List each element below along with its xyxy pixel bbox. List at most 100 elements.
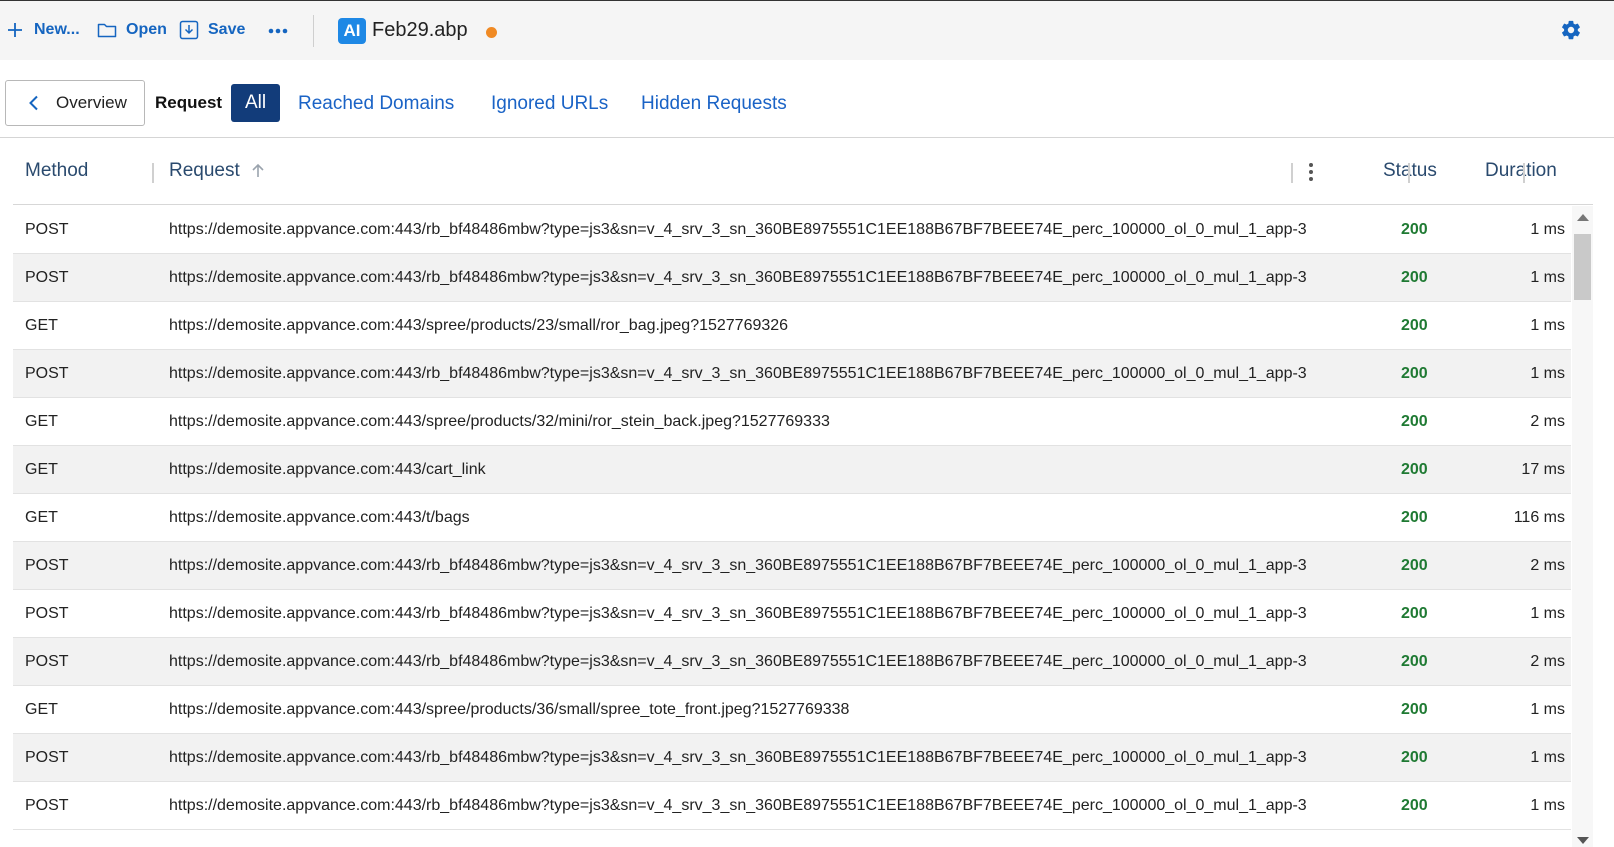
document-title: Feb29.abp [372,19,468,41]
request-filter-label: Request [155,93,223,112]
cell-method: GET [25,413,58,430]
table-row[interactable]: POST https://demosite.appvance.com:443/rb… [13,254,1571,302]
cell-request-url: https://demosite.appvance.com:443/rb_bf4… [169,653,1307,670]
new-button[interactable]: New... [4,19,80,41]
toolbar-divider [313,15,314,47]
table-row[interactable]: GET https://demosite.appvance.com:443/t/b… [13,494,1571,542]
cell-method: POST [25,653,69,670]
table-row[interactable]: POST https://demosite.appvance.com:443/rb… [13,782,1571,830]
cell-duration: 1 ms [1530,221,1565,238]
table-body: POST https://demosite.appvance.com:443/rb… [13,206,1571,847]
cell-method: POST [25,749,69,766]
table-row[interactable]: POST https://demosite.appvance.com:443/rb… [13,638,1571,686]
top-toolbar: New... Open Save AI Feb29.abp [0,0,1614,60]
chevron-left-icon [29,95,38,111]
cell-request-url: https://demosite.appvance.com:443/rb_bf4… [169,605,1307,622]
cell-duration: 1 ms [1530,269,1565,286]
request-tabs-bar: Overview Request All Reached Domains Ign… [0,60,1614,138]
cell-duration: 116 ms [1513,509,1565,526]
cell-method: POST [25,221,69,238]
table-row[interactable]: GET https://demosite.appvance.com:443/spr… [13,686,1571,734]
save-button-label: Save [208,21,246,38]
cell-request-url: https://demosite.appvance.com:443/rb_bf4… [169,221,1307,238]
more-horizontal-icon[interactable] [266,19,290,43]
table-row[interactable]: GET https://demosite.appvance.com:443/car… [13,446,1571,494]
cell-request-url: https://demosite.appvance.com:443/spree/… [169,317,789,334]
tab-all[interactable]: All [231,84,280,122]
column-resize-handle[interactable] [1291,163,1293,183]
cell-method: GET [25,509,58,526]
cell-status: 200 [1401,749,1428,766]
column-header-duration[interactable]: Duration [1485,160,1557,182]
table-row[interactable]: POST https://demosite.appvance.com:443/rb… [13,206,1571,254]
save-icon [178,19,200,41]
table-row[interactable]: GET https://demosite.appvance.com:443/spr… [13,398,1571,446]
cell-duration: 1 ms [1530,749,1565,766]
cell-duration: 2 ms [1530,413,1565,430]
cell-method: GET [25,461,58,478]
unsaved-indicator [486,27,497,38]
table-row[interactable]: GET https://demosite.appvance.com:443/spr… [13,302,1571,350]
cell-status: 200 [1401,221,1428,238]
cell-status: 200 [1401,365,1428,382]
cell-method: GET [25,317,58,334]
cell-method: POST [25,605,69,622]
cell-request-url: https://demosite.appvance.com:443/rb_bf4… [169,749,1307,766]
scroll-down-arrow-icon[interactable] [1577,837,1589,844]
column-header-request-label: Request [169,160,240,181]
cell-request-url: https://demosite.appvance.com:443/rb_bf4… [169,557,1307,574]
column-header-request[interactable]: Request [169,160,266,182]
save-button[interactable]: Save [178,19,245,41]
cell-method: POST [25,557,69,574]
overview-button[interactable]: Overview [5,80,145,126]
folder-icon [96,19,118,41]
cell-status: 200 [1401,605,1428,622]
cell-status: 200 [1401,701,1428,718]
cell-method: POST [25,269,69,286]
tab-reached-domains[interactable]: Reached Domains [298,93,454,115]
cell-status: 200 [1401,413,1428,430]
cell-status: 200 [1401,317,1428,334]
table-row[interactable]: POST https://demosite.appvance.com:443/rb… [13,542,1571,590]
sort-ascending-icon [252,163,264,177]
cell-request-url: https://demosite.appvance.com:443/spree/… [169,413,830,430]
cell-duration: 1 ms [1530,605,1565,622]
cell-status: 200 [1401,461,1428,478]
cell-status: 200 [1401,269,1428,286]
cell-method: GET [25,701,58,718]
table-row[interactable]: POST https://demosite.appvance.com:443/rb… [13,590,1571,638]
cell-request-url: https://demosite.appvance.com:443/rb_bf4… [169,365,1307,382]
column-menu-icon[interactable] [1303,161,1319,183]
open-button[interactable]: Open [96,19,167,41]
scroll-up-arrow-icon[interactable] [1577,214,1589,221]
cell-duration: 1 ms [1530,797,1565,814]
vertical-scrollbar[interactable] [1572,206,1593,847]
document-type-badge: AI [338,18,366,44]
cell-method: POST [25,365,69,382]
table-row[interactable]: POST https://demosite.appvance.com:443/rb… [13,734,1571,782]
cell-method: POST [25,797,69,814]
cell-status: 200 [1401,509,1428,526]
tab-hidden-requests[interactable]: Hidden Requests [641,93,787,115]
open-button-label: Open [126,21,167,38]
tab-ignored-urls[interactable]: Ignored URLs [491,93,608,115]
cell-duration: 2 ms [1530,557,1565,574]
cell-status: 200 [1401,557,1428,574]
scrollbar-thumb[interactable] [1574,234,1591,300]
plus-icon [4,19,26,41]
cell-request-url: https://demosite.appvance.com:443/t/bags [169,509,470,526]
cell-request-url: https://demosite.appvance.com:443/rb_bf4… [169,269,1307,286]
column-header-method[interactable]: Method [25,160,88,182]
overview-button-label: Overview [56,93,127,112]
table-row[interactable]: POST https://demosite.appvance.com:443/rb… [13,350,1571,398]
column-resize-handle[interactable] [1523,163,1525,183]
cell-duration: 2 ms [1530,653,1565,670]
requests-table: Method Request Status Duration POST https… [13,139,1593,847]
cell-request-url: https://demosite.appvance.com:443/cart_l… [169,461,486,478]
new-button-label: New... [34,21,80,38]
cell-request-url: https://demosite.appvance.com:443/rb_bf4… [169,797,1307,814]
column-resize-handle[interactable] [152,163,154,183]
column-resize-handle[interactable] [1408,163,1410,183]
gear-icon[interactable] [1560,19,1584,43]
cell-duration: 17 ms [1521,461,1565,478]
